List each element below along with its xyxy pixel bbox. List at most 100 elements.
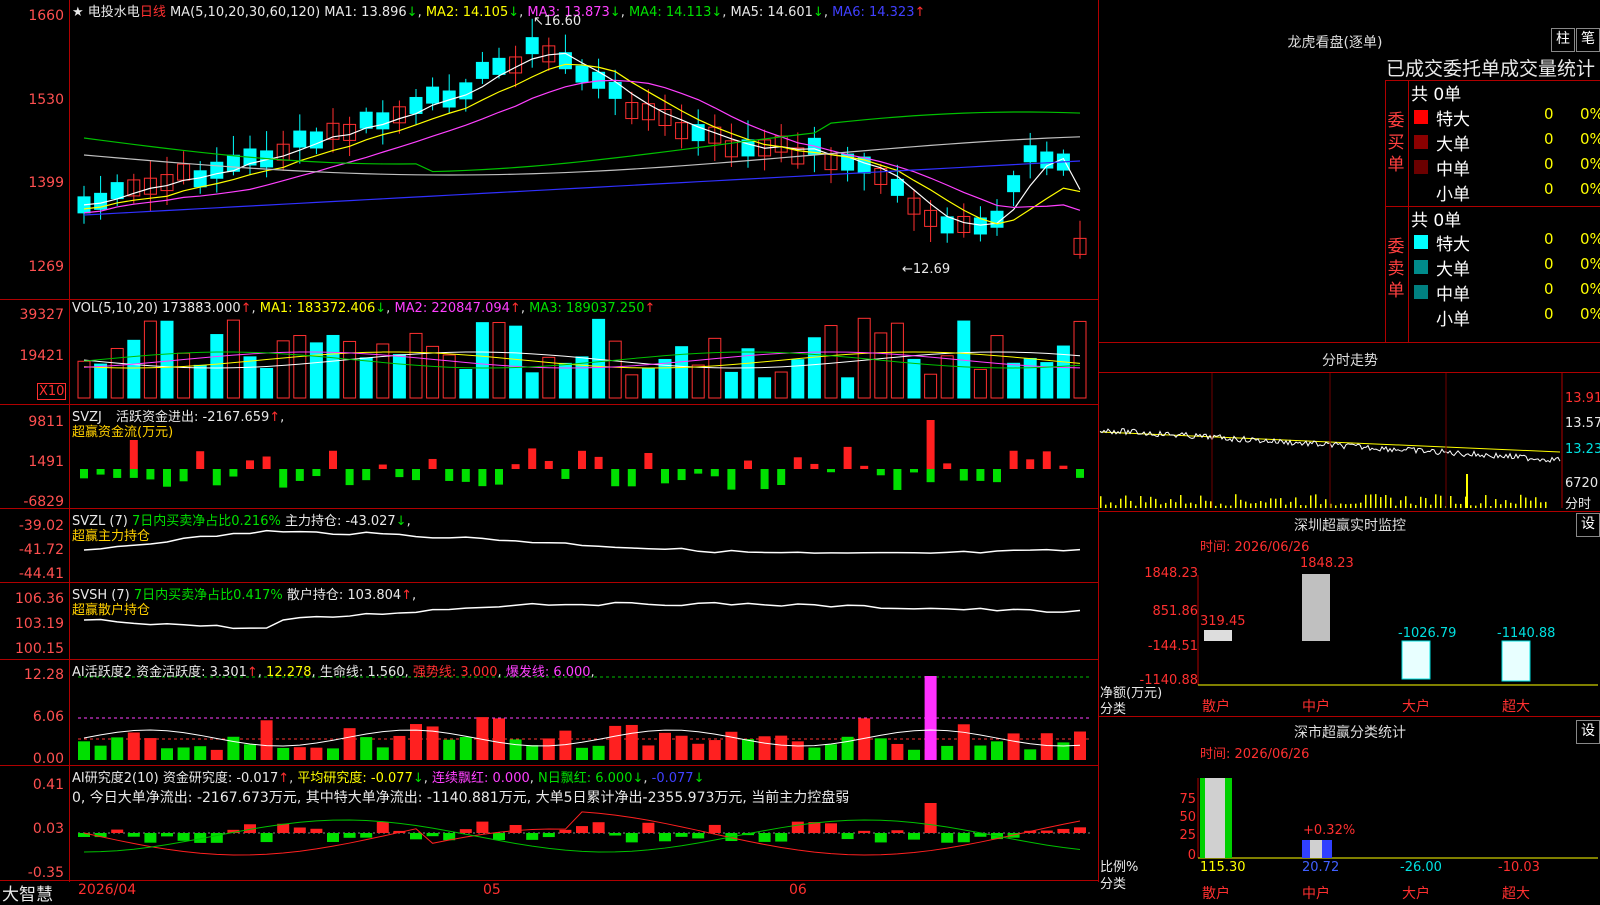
ai2-line-green — [83, 819, 1081, 853]
svzj-bar-46 — [843, 446, 852, 469]
svzj-bar-0 — [80, 469, 88, 479]
vol-bar-11 — [260, 367, 274, 399]
candle-body-57 — [1023, 145, 1037, 163]
ai1-bar-8 — [210, 749, 223, 760]
sz-stats-value-2: -26.00 — [1400, 860, 1442, 875]
intraday-vol-48 — [1340, 503, 1342, 508]
vol-ma1-arrow: ↓ — [375, 301, 387, 316]
ai1-bar-28 — [542, 738, 555, 760]
sz-stats-settings-button[interactable]: 设 — [1576, 720, 1600, 744]
ai2-sentence: 0, 今日大单净流出: -2167.673万元, 其中特大单净流出: -1140… — [72, 790, 850, 806]
vol-bar-25 — [492, 322, 506, 399]
ai1-bar-2 — [111, 737, 124, 760]
svzj-bar-8 — [212, 469, 221, 486]
price-axis-3: 1399 — [28, 175, 64, 191]
intraday-vol-9 — [1145, 502, 1147, 508]
intraday-vol-17 — [1185, 503, 1187, 508]
intraday-vol-20 — [1200, 495, 1202, 508]
intraday-vol-65 — [1425, 498, 1427, 508]
vol-bar-60 — [1073, 320, 1087, 399]
svzj-bar-12 — [279, 469, 288, 488]
svzj-bar-57 — [1026, 459, 1035, 469]
svzj-bar-35 — [661, 469, 669, 484]
intraday-vol-58 — [1390, 497, 1392, 508]
candle-body-8 — [210, 161, 224, 179]
candle-body-18 — [376, 112, 390, 130]
svzj-bar-40 — [744, 460, 752, 469]
lhb-buy-pct-0: 0% — [1580, 105, 1600, 123]
intraday-vol-19 — [1195, 504, 1197, 508]
lhb-bar-button[interactable]: 柱 — [1551, 28, 1575, 52]
svzj-bar-48 — [876, 469, 885, 476]
svzj-bar-44 — [810, 463, 819, 469]
svzj-bar-55 — [993, 469, 1001, 483]
lhb-sell-label-2: 中单 — [1436, 285, 1470, 305]
intraday-vol-85 — [1525, 497, 1527, 508]
ai2-arrow4: ↓ — [632, 771, 644, 786]
ma3-arrow: ↓ — [609, 5, 621, 20]
ai2-bar-14 — [310, 828, 323, 833]
svzj-bar-26 — [511, 464, 520, 469]
ai2-bar-6 — [177, 833, 190, 841]
ai1-bar-50 — [908, 749, 920, 760]
period-label[interactable]: 日线 — [140, 5, 166, 20]
intraday-vol-86 — [1530, 500, 1532, 508]
divider-svzl-svsh — [0, 582, 1098, 583]
svzl-line — [83, 529, 1081, 554]
vol-bar-39 — [724, 371, 738, 399]
ma6-arrow: ↑ — [914, 5, 926, 20]
vol-bar-29 — [558, 362, 572, 399]
sz-monitor-value-0: 319.45 — [1200, 614, 1246, 629]
lhb-sell-pct-3: 0% — [1580, 305, 1600, 323]
intraday-vol-59 — [1395, 505, 1397, 508]
ai1-bar-48 — [874, 738, 887, 760]
ai1-bar-27 — [526, 745, 539, 760]
lhb-sell-count-3: 0 — [1544, 305, 1554, 323]
ai2-avg: 平均研究度: -0.077 — [297, 771, 413, 786]
intraday-vol-63 — [1415, 505, 1417, 508]
intraday-vol-0 — [1100, 496, 1102, 508]
ai1-bar-12 — [277, 747, 290, 760]
divider-svzj-svzl — [0, 508, 1098, 509]
lhb-tick-button[interactable]: 笔 — [1576, 28, 1600, 52]
sz-monitor-cat-2: 大户 — [1402, 699, 1430, 715]
intraday-axis-4: 6720 — [1565, 476, 1599, 491]
intraday-vol-10 — [1150, 496, 1152, 508]
svzj-bar-33 — [627, 469, 636, 487]
svzj-arrow: ↑ — [269, 410, 281, 425]
ai2-spike — [924, 803, 937, 833]
svzj-bar-7 — [196, 451, 205, 469]
sz-monitor-title: 深圳超赢实时监控 — [1294, 518, 1406, 534]
intraday-vol-24 — [1220, 503, 1222, 508]
vol-bar-2 — [110, 347, 124, 399]
svsh-axis-1: 106.36 — [15, 591, 64, 607]
lhb-sell-swatch-0 — [1414, 235, 1428, 249]
vol-bar-26 — [509, 325, 523, 399]
stock-name[interactable]: 电投水电 — [88, 5, 140, 20]
ma6-value: MA6: 14.323 — [832, 5, 915, 20]
vol-bar-54 — [973, 368, 987, 399]
intraday-vol-87 — [1535, 497, 1537, 508]
intraday-vol-21 — [1205, 500, 1207, 508]
intraday-vol-84 — [1520, 494, 1522, 508]
lhb-buy-count-1: 0 — [1544, 130, 1554, 148]
ai1-axis-1: 12.28 — [23, 667, 64, 683]
ai1-bar-15 — [327, 748, 339, 760]
sz-monitor-settings-button[interactable]: 设 — [1576, 513, 1600, 537]
star-icon[interactable]: ★ — [72, 5, 84, 20]
svzj-bar-10 — [246, 460, 254, 469]
intraday-axis-2: 13.57 — [1565, 416, 1600, 431]
ai1-bar-37 — [692, 743, 705, 760]
lhb-buy-swatch-1 — [1414, 135, 1428, 149]
lhb-buy-label-3: 小单 — [1436, 185, 1470, 205]
sz-monitor-axis-2: 851.86 — [1152, 604, 1199, 619]
ai1-bar-59 — [1057, 742, 1070, 760]
ai1-axis-2: 6.06 — [32, 709, 64, 725]
intraday-vol-89 — [1545, 501, 1547, 508]
ai2-bar-38 — [708, 824, 721, 833]
ai2-bar-60 — [1074, 827, 1086, 833]
ai2-bar-20 — [410, 833, 422, 840]
svzj-bar-58 — [1042, 451, 1051, 469]
vol-ma2-arrow: ↑ — [509, 301, 521, 316]
intraday-vol-26 — [1230, 505, 1232, 508]
